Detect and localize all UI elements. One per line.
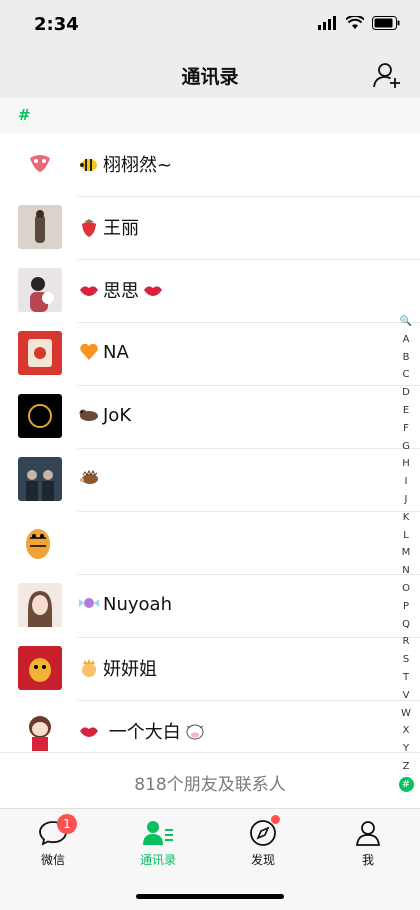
index-letter[interactable]: O [398, 580, 414, 598]
index-letter[interactable]: J [398, 491, 414, 509]
avatar [18, 583, 62, 627]
avatar [18, 205, 62, 249]
index-letter[interactable]: G [398, 438, 414, 456]
avatar [18, 268, 62, 312]
avatar [18, 331, 62, 375]
battery-icon [372, 16, 400, 30]
status-icons [318, 16, 400, 30]
contact-row[interactable]: 妍妍姐 [0, 638, 420, 701]
contact-row[interactable]: 栩栩然~ [0, 134, 420, 197]
tab-discover[interactable]: 发现 [223, 815, 303, 868]
avatar [18, 457, 62, 501]
contact-name: 思思 [78, 277, 167, 303]
contact-row[interactable]: Nuyoah [0, 575, 420, 638]
lips-icon [144, 286, 162, 296]
cow-icon [186, 724, 204, 740]
tab-label: 通讯录 [139, 853, 176, 867]
index-letter[interactable]: P [398, 598, 414, 616]
index-letter[interactable]: V [398, 687, 414, 705]
index-letter[interactable]: A [398, 331, 414, 349]
index-letter[interactable]: H [398, 455, 414, 473]
add-friend-icon[interactable] [372, 60, 402, 90]
index-letter[interactable]: I [398, 473, 414, 491]
contact-row[interactable] [0, 512, 420, 575]
index-letter[interactable]: S [398, 651, 414, 669]
contact-row[interactable]: 思思 [0, 260, 420, 323]
index-letter[interactable]: C [398, 366, 414, 384]
otter-icon [79, 409, 98, 421]
index-letter[interactable]: Y [398, 740, 414, 758]
contact-row[interactable]: NA [0, 323, 420, 386]
tab-chats[interactable]: 微信 1 [13, 814, 93, 868]
contact-row[interactable]: 王丽 [0, 197, 420, 260]
contact-list: 栩栩然~ 王丽 思思 NA JoK Nuyoah 妍妍姐 一个大白 [0, 134, 420, 764]
avatar [18, 520, 62, 564]
index-letter[interactable]: Q [398, 616, 414, 634]
person-icon [355, 821, 381, 846]
avatar [18, 142, 62, 186]
candy-icon [79, 598, 99, 608]
index-letter[interactable]: R [398, 633, 414, 651]
lips-icon [80, 286, 98, 296]
contact-name: Nuyoah [78, 592, 172, 615]
contact-name: JoK [78, 403, 131, 426]
index-letter[interactable]: L [398, 527, 414, 545]
index-letter[interactable]: T [398, 669, 414, 687]
signal-icon [318, 16, 336, 30]
index-letter[interactable]: X [398, 722, 414, 740]
index-letter[interactable]: B [398, 349, 414, 367]
index-letter-active[interactable]: # [398, 776, 414, 792]
index-letter[interactable]: W [398, 705, 414, 723]
avatar [18, 646, 62, 690]
page-title: 通讯录 [181, 66, 239, 88]
lips-icon [80, 727, 98, 737]
tab-contacts[interactable]: 通讯录 [118, 819, 198, 868]
contact-name [78, 466, 103, 489]
section-letter: # [18, 106, 31, 124]
alphabet-index[interactable]: 🔍 A B C D E F G H I J K L M N O P Q R S … [398, 313, 414, 793]
contact-name: 妍妍姐 [78, 655, 157, 681]
index-letter[interactable]: Z [398, 758, 414, 776]
unread-badge: 1 [57, 814, 77, 834]
strawberry-icon [82, 219, 96, 237]
index-letter[interactable]: F [398, 420, 414, 438]
wifi-icon [346, 16, 364, 29]
hedgehog-icon [80, 469, 98, 484]
contact-name: NA [78, 340, 129, 363]
avatar [18, 394, 62, 438]
home-indicator [136, 894, 284, 899]
contact-row[interactable]: JoK [0, 386, 420, 449]
index-letter[interactable]: N [398, 562, 414, 580]
contact-name: 一个大白 [78, 718, 209, 744]
tab-label: 微信 [40, 853, 65, 867]
index-search[interactable]: 🔍 [398, 313, 414, 331]
contact-count-text: 818个朋友及联系人 [134, 775, 286, 795]
tab-label: 我 [361, 853, 374, 867]
contact-count: 818个朋友及联系人 [0, 752, 420, 808]
index-letter[interactable]: D [398, 384, 414, 402]
orange-heart-icon [80, 343, 98, 360]
princess-icon [82, 659, 96, 677]
index-letter[interactable]: K [398, 509, 414, 527]
status-time: 2:34 [34, 14, 79, 35]
contact-name: 栩栩然~ [78, 151, 172, 177]
contact-row[interactable] [0, 449, 420, 512]
tab-me[interactable]: 我 [328, 819, 408, 868]
section-header: # [0, 98, 420, 134]
notification-dot [271, 815, 280, 824]
status-bar: 2:34 [0, 0, 420, 50]
tab-label: 发现 [250, 853, 275, 867]
contacts-icon [143, 821, 173, 845]
index-letter[interactable]: M [398, 544, 414, 562]
index-letter[interactable]: E [398, 402, 414, 420]
bee-icon [80, 159, 97, 171]
nav-bar: 通讯录 [0, 50, 420, 98]
contact-name: 王丽 [78, 214, 139, 240]
avatar [18, 709, 62, 753]
